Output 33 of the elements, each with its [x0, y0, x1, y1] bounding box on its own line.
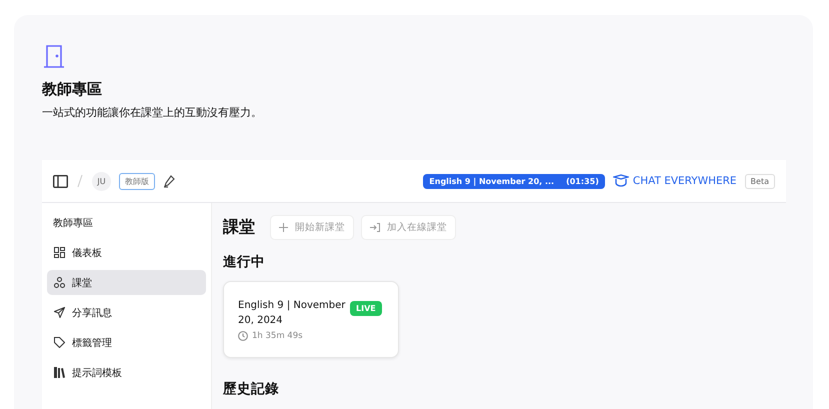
- beta-badge: Beta: [744, 174, 775, 188]
- pen-icon[interactable]: [163, 174, 175, 188]
- class-title: English 9 | November 20, 2024: [238, 299, 346, 328]
- slash-icon: [76, 174, 84, 188]
- shapes-icon: [54, 277, 65, 288]
- page-subtitle: 一站式的功能讓你在課堂上的互動沒有壓力。: [42, 105, 263, 120]
- class-duration: 1h 35m 49s: [252, 331, 303, 341]
- live-badge: LIVE: [350, 301, 382, 316]
- live-session-button[interactable]: English 9 | November 20, ... (01:35): [423, 174, 605, 188]
- tag-icon: [54, 337, 65, 348]
- class-card[interactable]: English 9 | November 20, 2024 LIVE 1h 35m 49s: [223, 281, 399, 358]
- send-icon: [54, 307, 65, 318]
- chat-logo-icon: [612, 174, 629, 188]
- grid-icon: [54, 247, 65, 258]
- brand-name: CHAT EVERYWHERE: [632, 175, 737, 187]
- sidebar-item[interactable]: 標籤管理: [47, 330, 206, 355]
- books-icon: [54, 367, 65, 378]
- sidebar-heading: 教師專區: [52, 216, 94, 231]
- sign-in-icon: [370, 223, 380, 232]
- sidebar-item[interactable]: 儀表板: [47, 240, 206, 265]
- user-avatar[interactable]: JU: [92, 172, 111, 190]
- plus-icon: [279, 223, 288, 232]
- sidebar-item[interactable]: 分享訊息: [47, 300, 206, 325]
- ongoing-heading: 進行中: [223, 253, 266, 271]
- teacher-badge: 教師版: [119, 172, 155, 190]
- page-title: 教師專區: [42, 80, 103, 99]
- clock-icon: [238, 331, 248, 341]
- door-icon: [42, 44, 66, 68]
- section-title: 課堂: [223, 217, 255, 238]
- sidebar-item[interactable]: 提示詞模板: [47, 360, 206, 385]
- history-heading: 歷史記錄: [223, 380, 280, 398]
- sidebar-toggle-icon[interactable]: [53, 174, 68, 188]
- sidebar-item[interactable]: 課堂: [47, 270, 206, 295]
